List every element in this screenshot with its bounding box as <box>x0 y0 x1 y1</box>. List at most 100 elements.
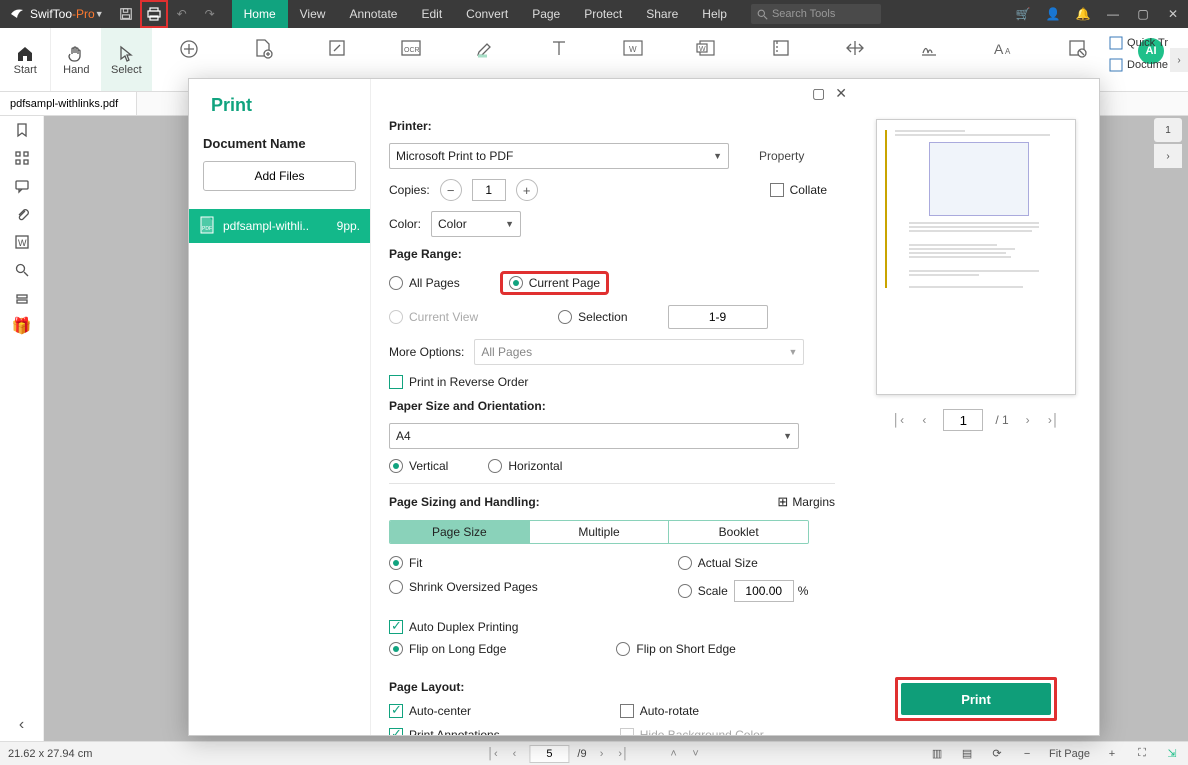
range-all-radio[interactable]: All Pages <box>389 276 460 290</box>
layers-icon[interactable] <box>14 290 30 306</box>
bell-icon[interactable]: 🔔 <box>1068 0 1098 28</box>
duplex-checkbox[interactable]: Auto Duplex Printing <box>389 620 835 634</box>
dialog-maximize-icon[interactable]: ▢ <box>812 85 825 102</box>
document-list-item[interactable]: PDF pdfsampl-withli.. 9pp. <box>189 209 370 243</box>
print-annotations-checkbox[interactable]: Print Annotations <box>389 728 500 735</box>
menu-protect[interactable]: Protect <box>572 0 634 28</box>
preview-page-input[interactable] <box>943 409 983 431</box>
user-icon[interactable]: 👤 <box>1038 0 1068 28</box>
thumbnails-icon[interactable] <box>14 150 30 166</box>
document-translate[interactable]: Docume <box>1109 54 1168 76</box>
comments-icon[interactable] <box>14 178 30 194</box>
printer-select[interactable]: Microsoft Print to PDF▼ <box>389 143 729 169</box>
view-split-icon[interactable]: ▥ <box>929 746 945 762</box>
save-icon[interactable] <box>112 0 140 28</box>
menu-page[interactable]: Page <box>520 0 572 28</box>
zoom-out-icon[interactable]: − <box>1019 746 1035 762</box>
copies-plus-button[interactable]: + <box>516 179 538 201</box>
preview-next-icon[interactable]: › <box>1021 413 1035 427</box>
menu-home[interactable]: Home <box>232 0 288 28</box>
collate-checkbox[interactable]: Collate <box>770 183 827 197</box>
bookmark-icon[interactable] <box>14 122 30 138</box>
last-page-icon[interactable]: ›│ <box>617 748 631 760</box>
menu-convert[interactable]: Convert <box>454 0 520 28</box>
tool-hand[interactable]: Hand <box>50 28 101 91</box>
quick-translate[interactable]: Quick Tr <box>1109 32 1168 54</box>
shrink-radio[interactable]: Shrink Oversized Pages <box>389 580 538 594</box>
copies-input[interactable] <box>472 179 506 201</box>
pin-icon[interactable]: ⇲ <box>1164 746 1180 762</box>
tool-select[interactable]: Select <box>101 28 151 91</box>
dialog-main: ▢ ✕ Printer: Microsoft Print to PDF▼ Pro… <box>371 79 853 735</box>
next-page-icon[interactable]: › <box>595 748 609 760</box>
range-custom-input[interactable] <box>668 305 768 329</box>
window-minimize-icon[interactable]: — <box>1098 0 1128 28</box>
app-menu-dropdown[interactable]: ▼ <box>95 9 104 19</box>
first-page-icon[interactable]: │‹ <box>485 748 499 760</box>
menu-share[interactable]: Share <box>634 0 690 28</box>
search-tools-input[interactable]: Search Tools <box>751 4 881 24</box>
redo-icon[interactable]: ↷ <box>196 0 224 28</box>
seg-multiple[interactable]: Multiple <box>529 521 669 543</box>
more-options-label: More Options: <box>389 345 464 359</box>
titlebar-right-icons: 🛒 👤 🔔 — ▢ ✕ <box>1008 0 1188 28</box>
scroll-up-icon[interactable]: ˄ <box>667 748 681 760</box>
printer-property-button[interactable]: Property <box>759 149 804 163</box>
tool-start[interactable]: Start <box>0 28 50 91</box>
document-tab[interactable]: pdfsampl-withlinks.pdf <box>0 92 137 115</box>
flip-short-radio[interactable]: Flip on Short Edge <box>616 642 735 656</box>
menu-edit[interactable]: Edit <box>409 0 454 28</box>
menu-help[interactable]: Help <box>690 0 739 28</box>
print-icon[interactable] <box>140 0 168 28</box>
reverse-order-checkbox[interactable]: Print in Reverse Order <box>389 375 528 389</box>
margins-button[interactable]: ⊞Margins <box>777 494 835 510</box>
orientation-horizontal-radio[interactable]: Horizontal <box>488 459 562 473</box>
flip-long-radio[interactable]: Flip on Long Edge <box>389 642 506 656</box>
scale-radio[interactable]: Scale % <box>678 580 809 602</box>
paper-size-select[interactable]: A4▼ <box>389 423 799 449</box>
dialog-close-icon[interactable]: ✕ <box>835 85 847 102</box>
attachments-icon[interactable] <box>14 206 30 222</box>
fullscreen-icon[interactable]: ⛶ <box>1134 746 1150 762</box>
menu-view[interactable]: View <box>288 0 338 28</box>
sidebar-collapse-icon[interactable]: ‹ <box>14 717 30 733</box>
right-panel-toggle-icon[interactable]: › <box>1154 144 1182 168</box>
auto-center-checkbox[interactable]: Auto-center <box>389 704 500 718</box>
prev-page-icon[interactable]: ‹ <box>507 748 521 760</box>
wordpanel-icon[interactable]: W <box>14 234 30 250</box>
ribbon-expand-icon[interactable]: › <box>1170 48 1188 72</box>
scroll-down-icon[interactable]: ˅ <box>689 748 703 760</box>
copies-minus-button[interactable]: − <box>440 179 462 201</box>
file-name: pdfsampl-withli.. <box>223 219 309 233</box>
view-continuous-icon[interactable]: ▤ <box>959 746 975 762</box>
preview-last-icon[interactable]: ›│ <box>1047 413 1061 427</box>
preview-prev-icon[interactable]: ‹ <box>917 413 931 427</box>
seg-booklet[interactable]: Booklet <box>668 521 808 543</box>
orientation-vertical-radio[interactable]: Vertical <box>389 459 448 473</box>
undo-icon[interactable]: ↶ <box>168 0 196 28</box>
preview-first-icon[interactable]: │‹ <box>891 413 905 427</box>
window-maximize-icon[interactable]: ▢ <box>1128 0 1158 28</box>
search-panel-icon[interactable] <box>14 262 30 278</box>
page-number-input[interactable] <box>529 745 569 763</box>
page-badge[interactable]: 1 <box>1154 118 1182 142</box>
range-selection-radio[interactable]: Selection <box>558 310 627 324</box>
color-select[interactable]: Color▼ <box>431 211 521 237</box>
range-current-radio[interactable]: Current Page <box>509 276 600 290</box>
window-close-icon[interactable]: ✕ <box>1158 0 1188 28</box>
add-files-button[interactable]: Add Files <box>203 161 356 191</box>
print-preview <box>876 119 1076 395</box>
scale-input[interactable] <box>734 580 794 602</box>
fit-radio[interactable]: Fit <box>389 556 538 570</box>
view-autoscroll-icon[interactable]: ⟳ <box>989 746 1005 762</box>
gift-icon[interactable]: 🎁 <box>14 318 30 334</box>
seg-page-size[interactable]: Page Size <box>390 521 529 543</box>
menu-annotate[interactable]: Annotate <box>337 0 409 28</box>
cart-icon[interactable]: 🛒 <box>1008 0 1038 28</box>
actual-size-radio[interactable]: Actual Size <box>678 556 809 570</box>
zoom-in-icon[interactable]: + <box>1104 746 1120 762</box>
print-button[interactable]: Print <box>901 683 1051 715</box>
auto-rotate-checkbox[interactable]: Auto-rotate <box>620 704 764 718</box>
zoom-level[interactable]: Fit Page <box>1049 748 1090 760</box>
page-dimensions: 21.62 x 27.94 cm <box>8 748 92 760</box>
